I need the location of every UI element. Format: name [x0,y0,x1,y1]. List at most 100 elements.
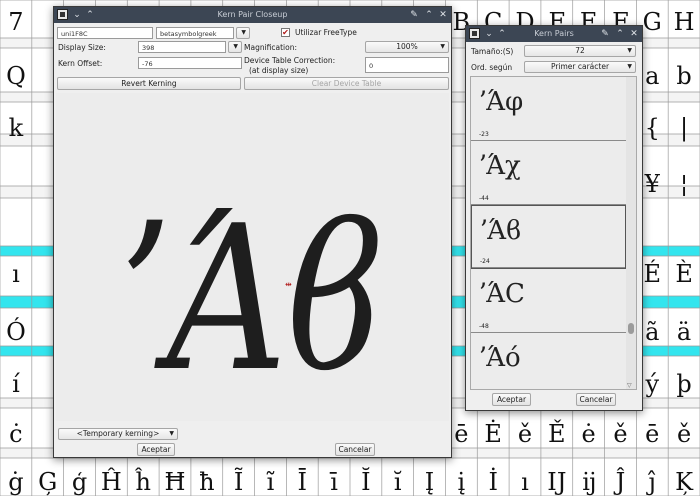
display-size-dropdown[interactable]: ▼ [228,41,242,53]
device-table-label: Device Table Correction: [244,56,336,65]
glyph-cell[interactable]: ı [12,260,20,288]
maximize-icon[interactable]: ⌃ [422,8,436,22]
kern-pair-item[interactable]: ʼΆφ -23 [471,77,626,141]
glyph-cell[interactable]: Ĭ [361,467,370,496]
glyph-cell[interactable]: { [645,114,660,142]
left-glyph-field[interactable]: uni1F8C [57,27,153,39]
glyph-cell[interactable]: È [675,259,693,288]
close-icon[interactable]: ✕ [436,8,450,22]
freetype-label: Utilizar FreeType [295,28,357,37]
closeup-titlebar[interactable]: ⌄ ⌃ Kern Pair Closeup ✎ ⌃ ✕ [54,7,451,23]
glyph-cell[interactable]: İ [488,467,497,496]
glyph-cell[interactable]: Ó [6,317,26,346]
device-table-field[interactable]: 0 [365,57,449,73]
glyph-cell[interactable]: ħ [199,468,214,496]
kern-pair-item[interactable]: ʼΆό [471,333,626,389]
glyph-cell[interactable]: ě [613,420,627,448]
closeup-cancel-button[interactable]: Cancelar [335,443,375,456]
glyph-cell[interactable]: ė [582,420,596,448]
kern-pair-glyphs: ʼΆχ [478,151,521,181]
glyph-cell[interactable]: ē [645,420,659,448]
pin-icon[interactable]: ✎ [407,8,421,22]
glyph-cell[interactable]: ē [454,420,468,448]
glyph-cell[interactable]: Į [425,468,434,496]
revert-kerning-button[interactable]: Revert Kerning [57,77,241,90]
display-size-label: Display Size: [58,43,106,52]
clear-device-table-button[interactable]: Clear Device Table [244,77,449,90]
scroll-down-icon[interactable]: ▽ [627,382,632,389]
glyph-cell[interactable]: Ĩ [234,467,243,496]
glyph-cell[interactable]: ĩ [266,468,275,496]
sort-value: Primer carácter [550,62,610,71]
chevron-down-icon: ▼ [233,43,238,50]
glyph-cell[interactable]: Ě [548,419,566,448]
glyph-cell[interactable]: ě [677,420,691,448]
glyph-cell[interactable]: a [645,62,659,90]
kern-pairs-window: ⌄ ⌃ Kern Pairs ✎ ⌃ ✕ Tamaño:(S) 72 ▼ Ord.… [465,25,643,411]
magnification-value: 100% [396,42,418,51]
glyph-cell[interactable]: | [680,114,688,143]
glyph-cell[interactable]: Ī [298,468,307,496]
sort-dropdown[interactable]: Primer carácter ▼ [524,61,636,73]
glyph-cell[interactable]: G [643,8,662,36]
glyph-cell[interactable]: 7 [8,8,23,36]
glyph-cell[interactable]: Ģ [38,468,57,496]
glyph-cell[interactable]: Q [6,62,26,90]
glyph-cell[interactable]: Ħ [165,468,186,496]
glyph-cell[interactable]: į [458,468,466,496]
glyph-cell[interactable]: Ĥ [101,467,122,496]
glyph-cell[interactable]: ı [521,468,529,496]
glyph-cell[interactable]: ĳ [582,468,595,496]
glyph-cell[interactable]: ý [644,370,659,398]
pin-icon[interactable]: ✎ [598,27,612,41]
glyph-cell[interactable]: É [644,259,662,288]
kern-pair-glyphs: ʼΆϐ [479,216,522,246]
kern-pair-item[interactable]: ʼΆC -48 [471,269,626,333]
freetype-checkbox[interactable]: ✔ [281,28,290,37]
glyph-cell[interactable]: ĵ [646,468,656,496]
kern-pairs-list[interactable]: ʼΆφ -23 ʼΆχ -44 ʼΆϐ -24 ʼΆC -48 ʼΆό ▽ [470,76,637,390]
glyph-cell[interactable]: ġ [8,468,23,496]
closeup-ok-button[interactable]: Aceptar [137,443,175,456]
glyph-cell[interactable]: H [674,8,695,36]
maximize-icon[interactable]: ⌃ [613,27,627,41]
right-glyph-dropdown[interactable]: ▼ [236,27,250,39]
glyph-cell[interactable]: ě [518,420,532,448]
closeup-title: Kern Pair Closeup [217,10,288,19]
right-glyph-field[interactable]: betasymbolgreek [156,27,234,39]
magnification-dropdown[interactable]: 100% ▼ [365,41,449,53]
kern-pairs-ok-button[interactable]: Aceptar [492,393,531,406]
glyph-cell[interactable]: í [12,370,20,398]
kerning-mode-dropdown[interactable]: <Temporary kerning> ▼ [58,428,178,440]
kern-pair-value: -23 [479,131,489,138]
glyph-cell[interactable]: ī [329,468,338,496]
kern-pairs-titlebar[interactable]: ⌄ ⌃ Kern Pairs ✎ ⌃ ✕ [466,26,642,42]
glyph-cell[interactable]: k [9,114,24,142]
kerning-preview-canvas[interactable]: ʼΆϐ ⇹ [56,93,449,421]
kern-pair-item[interactable]: ʼΆχ -44 [471,141,626,205]
glyph-cell[interactable]: ä [677,318,691,346]
glyph-cell[interactable]: ¥ [644,170,661,198]
display-size-field[interactable]: 398 [138,41,226,53]
chevron-down-icon: ▼ [627,63,632,70]
glyph-cell[interactable]: Ĵ [613,467,626,496]
scroll-thumb[interactable] [628,323,634,334]
size-dropdown[interactable]: 72 ▼ [524,45,636,57]
glyph-cell[interactable]: Ė [484,419,502,448]
glyph-cell[interactable]: b [676,62,691,90]
glyph-cell[interactable]: þ [676,370,691,398]
kern-offset-field[interactable]: -76 [138,57,242,69]
glyph-cell[interactable]: ã [645,318,659,346]
list-scrollbar[interactable]: ▽ [626,77,636,389]
glyph-cell[interactable]: ĭ [394,468,402,496]
chevron-down-icon: ▼ [627,47,632,54]
kern-pairs-cancel-button[interactable]: Cancelar [576,393,616,406]
glyph-cell[interactable]: ģ [72,468,87,496]
glyph-cell[interactable]: ¦ [680,170,688,198]
glyph-cell[interactable]: ĥ [134,467,150,496]
kern-pair-item[interactable]: ʼΆϐ -24 [471,205,626,269]
glyph-cell[interactable]: Ĳ [547,468,566,496]
close-icon[interactable]: ✕ [627,27,641,41]
glyph-cell[interactable]: ċ [9,420,22,448]
glyph-cell[interactable]: Ķ [675,468,694,496]
